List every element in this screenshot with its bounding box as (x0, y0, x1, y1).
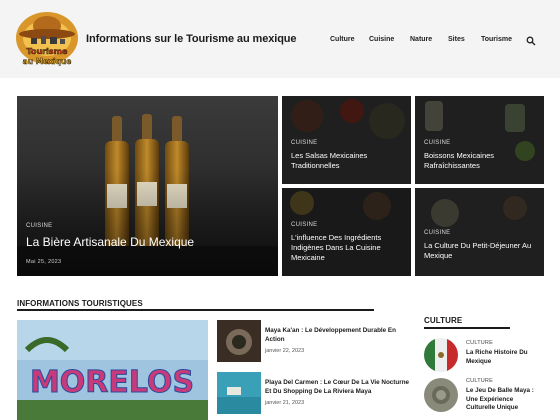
hero-date: Mai 25, 2023 (26, 259, 62, 265)
article-tile-boissons[interactable]: CUISINE Boissons Mexicaines Rafraîchissa… (415, 96, 544, 184)
culture-title[interactable]: La Riche Histoire Du Mexique (466, 349, 542, 366)
culture-category[interactable]: CULTURE (466, 378, 493, 384)
site-logo[interactable]: Tourisme au Mexique (15, 8, 80, 70)
article-tile-salsas[interactable]: CUISINE Les Salsas Mexicaines Traditionn… (282, 96, 411, 184)
tile-category[interactable]: CUISINE (291, 222, 317, 228)
culture-category[interactable]: CULTURE (466, 340, 493, 346)
culture-title[interactable]: Le Jeu De Balle Maya : Une Expérience Cu… (466, 387, 544, 413)
nav-culture[interactable]: Culture (330, 36, 355, 43)
tile-title[interactable]: L'influence Des Ingrédients Indigènes Da… (291, 233, 403, 263)
morelos-sign-text: MORELOS (30, 365, 194, 400)
news-title-maya-kaan[interactable]: Maya Ka'an : Le Développement Durable En… (265, 327, 405, 344)
playa-del-carmen-thumbnail[interactable] (217, 372, 261, 414)
news-date: janvier 21, 2023 (265, 400, 305, 406)
tile-category[interactable]: CUISINE (291, 140, 317, 146)
logo-text-bottom: au Mexique (23, 57, 72, 66)
tile-category[interactable]: CUISINE (424, 230, 450, 236)
tile-category[interactable]: CUISINE (424, 140, 450, 146)
article-tile-petit-dejeuner[interactable]: CUISINE La Culture Du Petit-Déjeuner Au … (415, 188, 544, 276)
hero-title[interactable]: La Bière Artisanale Du Mexique (26, 235, 270, 249)
tile-title[interactable]: La Culture Du Petit-Déjeuner Au Mexique (424, 241, 536, 261)
site-header: Tourisme au Mexique Informations sur le … (0, 0, 560, 78)
section-heading-tourist-info: INFORMATIONS TOURISTIQUES (17, 299, 143, 308)
featured-article[interactable]: CUISINE La Bière Artisanale Du Mexique M… (17, 96, 278, 276)
hero-text: CUISINE La Bière Artisanale Du Mexique M… (17, 96, 278, 276)
hero-category[interactable]: CUISINE (26, 223, 52, 229)
culture-ballgame-thumbnail[interactable] (424, 378, 458, 412)
site-title[interactable]: Informations sur le Tourisme au mexique (86, 33, 297, 45)
article-tile-ingredients[interactable]: CUISINE L'influence Des Ingrédients Indi… (282, 188, 411, 276)
maya-kaan-thumbnail[interactable] (217, 320, 261, 362)
tile-title[interactable]: Les Salsas Mexicaines Traditionnelles (291, 151, 403, 171)
nav-sites[interactable]: Sites (448, 36, 465, 43)
section-heading-culture: CULTURE (424, 316, 463, 325)
morelos-feature-image[interactable]: MORELOS (17, 320, 208, 420)
news-title-playa-del-carmen[interactable]: Playa Del Carmen : Le Cœur De La Vie Noc… (265, 379, 410, 396)
tile-title[interactable]: Boissons Mexicaines Rafraîchissantes (424, 151, 536, 171)
nav-cuisine[interactable]: Cuisine (369, 36, 394, 43)
section-divider (17, 309, 374, 311)
news-date: janvier 22, 2023 (265, 348, 305, 354)
nav-nature[interactable]: Nature (410, 36, 432, 43)
section-divider (424, 327, 510, 329)
nav-tourisme[interactable]: Tourisme (481, 36, 512, 43)
logo-text-top: Tourisme (27, 47, 68, 56)
culture-history-thumbnail[interactable] (424, 338, 458, 372)
search-icon[interactable] (526, 33, 536, 46)
